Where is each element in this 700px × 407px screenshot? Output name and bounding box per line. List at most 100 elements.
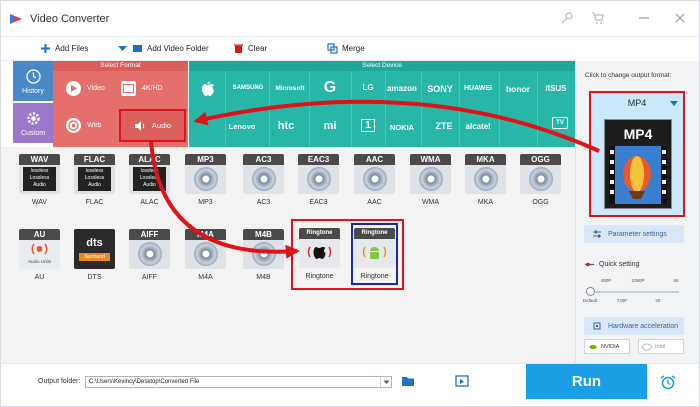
- brand-lenovo[interactable]: Lenovo: [219, 122, 265, 131]
- 4k-icon: [121, 81, 136, 96]
- format-tile-m4b[interactable]: M4B M4B: [242, 229, 285, 285]
- format-label: MP3: [198, 199, 213, 206]
- tick-720p: 720P: [616, 298, 628, 303]
- history-tab[interactable]: History: [13, 61, 53, 101]
- format-audio[interactable]: Audio: [119, 109, 186, 142]
- tick-default: Default: [582, 298, 598, 303]
- format-video-label: Video: [87, 85, 105, 92]
- format-label: AIFF: [141, 274, 158, 281]
- app-logo-icon: [10, 14, 22, 24]
- format-tile-aac[interactable]: AAC AAC: [353, 154, 396, 210]
- clock-icon: [25, 68, 41, 84]
- browse-folder-icon[interactable]: [401, 375, 415, 387]
- chevron-down-icon: [383, 380, 390, 384]
- film-art-icon: [609, 146, 667, 204]
- alarm-clock-icon[interactable]: [659, 374, 677, 390]
- hardware-acceleration-button[interactable]: Hardware acceleration: [584, 317, 684, 335]
- format-tile-mp3[interactable]: MP3 MP3: [184, 154, 227, 210]
- format-tile-eac3[interactable]: EAC3 EAC3: [297, 154, 340, 210]
- nvidia-label: NVIDIA: [601, 343, 620, 350]
- format-tile-flac[interactable]: FLAC lossless Lossless Audio FLAC: [73, 154, 116, 210]
- brand-samsung[interactable]: SAMSUNG: [225, 85, 271, 91]
- output-folder-field[interactable]: C:\Users\Kevincy\Desktop\Converted File: [85, 376, 392, 388]
- brand-asus[interactable]: /ISUS: [533, 84, 579, 93]
- brand-oneplus[interactable]: 1: [361, 119, 375, 132]
- tick-480p: 480P: [600, 278, 612, 283]
- format-tile-ac3[interactable]: AC3 AC3: [242, 154, 285, 210]
- brand-xiaomi[interactable]: mi: [307, 120, 353, 132]
- minimize-icon[interactable]: [637, 11, 651, 25]
- merge-button[interactable]: Merge: [327, 43, 365, 54]
- parameter-settings-button[interactable]: Parameter settings: [584, 225, 684, 243]
- format-web[interactable]: Web: [66, 118, 101, 133]
- add-video-folder-label: Add Video Folder: [147, 44, 209, 53]
- output-folder-path: C:\Users\Kevincy\Desktop\Converted File: [89, 379, 200, 385]
- format-label: DTS: [87, 274, 102, 281]
- title-bar: Video Converter: [1, 1, 699, 37]
- brand-nokia[interactable]: NOKIA: [379, 123, 425, 132]
- sliders-icon: [593, 230, 601, 238]
- merge-label: Merge: [342, 44, 365, 53]
- custom-tab[interactable]: Custom: [13, 103, 53, 143]
- format-selector: History Custom Select Format Video 4K/HD…: [1, 61, 575, 147]
- open-folder-icon[interactable]: [455, 374, 469, 387]
- format-video[interactable]: Video: [66, 81, 105, 96]
- lossless-badge: lossless Lossless Audio: [78, 167, 111, 191]
- sound-wave-icon: [31, 243, 48, 255]
- add-files-label: Add Files: [55, 44, 89, 53]
- quick-setting: Quick setting: [585, 260, 639, 269]
- format-label: WMA: [421, 199, 440, 206]
- output-folder-label: Output folder:: [38, 378, 81, 385]
- device-tv[interactable]: TV: [552, 117, 568, 129]
- format-4k-hd[interactable]: 4K/HD: [121, 81, 163, 96]
- format-tile-m4a[interactable]: M4A M4A: [184, 229, 227, 285]
- disc-icon: [252, 242, 276, 266]
- format-tile-wav[interactable]: WAV lossless Lossless Audio WAV: [18, 154, 61, 210]
- apple-icon[interactable]: [201, 81, 215, 97]
- tick-4k: 4K: [673, 278, 679, 283]
- format-label: AC3: [256, 199, 271, 206]
- slider-knob[interactable]: [586, 287, 595, 296]
- format-web-label: Web: [87, 122, 102, 129]
- tick-2k: 2K: [655, 298, 661, 303]
- folder-icon: [133, 45, 142, 52]
- brand-alcatel[interactable]: alcatel: [455, 122, 501, 131]
- quick-setting-icon: [585, 262, 594, 267]
- format-label: M4A: [198, 274, 213, 281]
- quality-slider[interactable]: [586, 287, 679, 296]
- format-tile-ogg[interactable]: OGG OGG: [519, 154, 562, 210]
- format-label: ALAC: [140, 199, 159, 206]
- run-button[interactable]: Run: [526, 364, 647, 399]
- key-icon[interactable]: [560, 11, 574, 25]
- nvidia-option[interactable]: NVIDIA: [584, 339, 630, 354]
- format-label: AAC: [367, 199, 382, 206]
- speaker-icon: [134, 120, 145, 131]
- format-tile-dts[interactable]: dts Surround DTS: [73, 229, 116, 285]
- add-files-button[interactable]: Add Files: [40, 43, 88, 54]
- disc-icon: [194, 167, 218, 191]
- disc-icon: [529, 167, 553, 191]
- disc-icon: [307, 167, 331, 191]
- format-tile-wma[interactable]: WMA WMA: [409, 154, 452, 210]
- intel-icon: [642, 343, 652, 350]
- merge-icon: [327, 43, 338, 54]
- output-folder-dropdown[interactable]: [380, 377, 391, 387]
- format-tile-alac[interactable]: ALAC lossless Lossless Audio ALAC: [128, 154, 171, 210]
- cart-icon[interactable]: [591, 11, 605, 25]
- disc-icon: [252, 167, 276, 191]
- brand-htc[interactable]: htc: [263, 120, 309, 132]
- format-tile-mka[interactable]: MKA MKA: [464, 154, 507, 210]
- clear-button[interactable]: Clear: [233, 43, 267, 54]
- intel-option[interactable]: Intel: [638, 339, 684, 354]
- close-icon[interactable]: [673, 11, 687, 25]
- format-tile-aiff[interactable]: AIFF AIFF: [128, 229, 171, 285]
- format-label: EAC3: [309, 199, 328, 206]
- tick-1080p: 1080P: [631, 278, 645, 283]
- format-label: M4B: [256, 274, 271, 281]
- chip-icon: [593, 322, 601, 330]
- add-video-folder-button[interactable]: Add Video Folder: [117, 43, 209, 54]
- format-tile-au[interactable]: AU Audio Units AU: [18, 229, 61, 285]
- output-format-selector[interactable]: MP4 MP4: [589, 91, 685, 217]
- chevron-down-icon: [118, 46, 127, 51]
- custom-label: Custom: [20, 129, 46, 137]
